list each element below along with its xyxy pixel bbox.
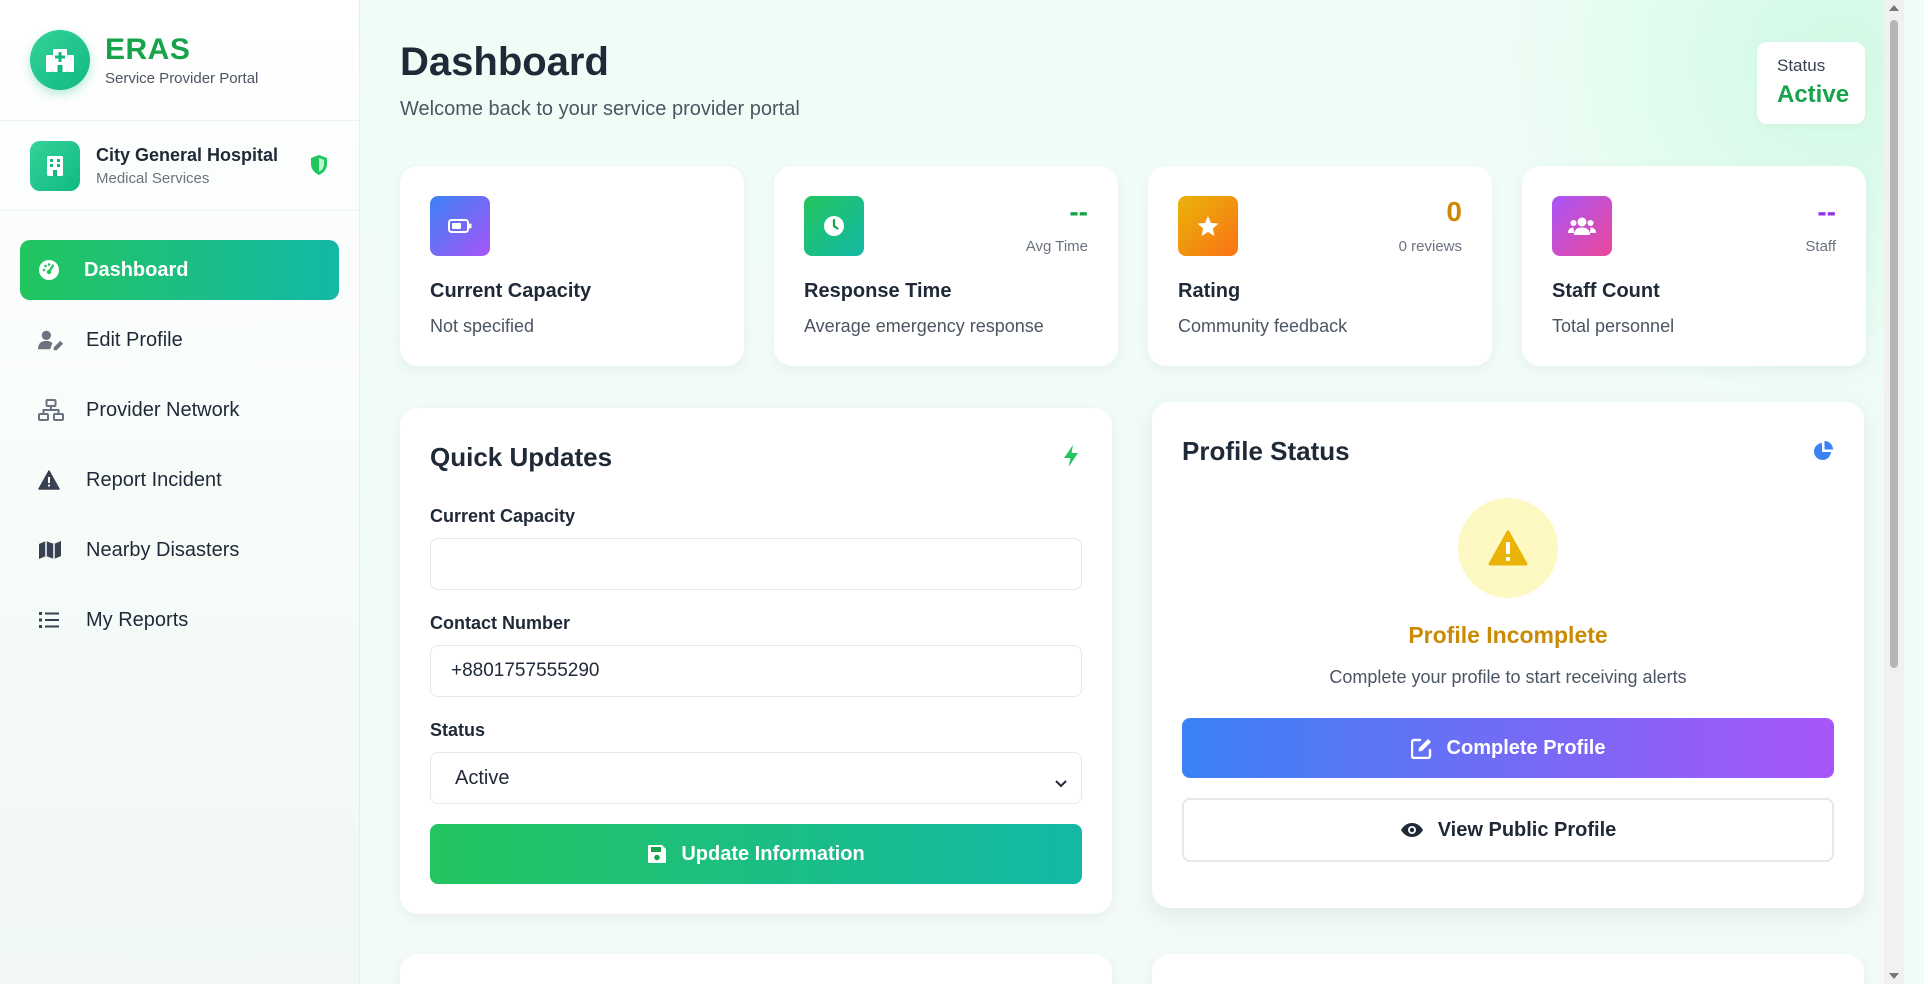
stat-card-capacity: Current Capacity Not specified xyxy=(400,166,744,366)
organization-card: City General Hospital Medical Services xyxy=(0,121,359,211)
sidebar-item-label: Nearby Disasters xyxy=(86,538,240,561)
panel-title: Quick Updates xyxy=(430,442,613,472)
brand-title: ERAS xyxy=(105,33,191,66)
view-public-profile-button[interactable]: View Public Profile xyxy=(1182,798,1834,862)
status-badge: Status Active xyxy=(1757,42,1865,124)
verified-shield-icon xyxy=(309,154,329,181)
stat-value: 0 xyxy=(1446,196,1462,227)
list-icon xyxy=(38,611,64,629)
network-icon xyxy=(38,399,64,421)
stat-unit: Avg Time xyxy=(1025,238,1088,255)
profile-status-panel: Profile Status Profile Incomplete Comple… xyxy=(1152,402,1864,908)
sidebar: ERAS Service Provider Portal City Genera… xyxy=(0,0,360,984)
sidebar-item-label: My Reports xyxy=(86,608,189,631)
page-subtitle: Welcome back to your service provider po… xyxy=(400,98,800,120)
organization-name: City General Hospital xyxy=(96,144,279,165)
stat-title: Staff Count xyxy=(1552,280,1660,302)
current-capacity-label: Current Capacity xyxy=(430,506,576,526)
clock-icon xyxy=(804,196,864,256)
update-information-label: Update Information xyxy=(681,842,865,865)
contact-number-label: Contact Number xyxy=(430,613,571,633)
sidebar-item-report-incident[interactable]: Report Incident xyxy=(20,450,339,510)
panel-title: Profile Status xyxy=(1182,436,1350,466)
status-select-value: Active xyxy=(455,766,510,789)
sidebar-item-label: Edit Profile xyxy=(86,328,183,351)
stat-description: Average emergency response xyxy=(804,316,1044,336)
quick-updates-panel: Quick Updates Current Capacity Contact N… xyxy=(400,408,1112,914)
gauge-icon xyxy=(38,259,64,281)
sidebar-item-label: Provider Network xyxy=(86,398,240,421)
stat-title: Rating xyxy=(1178,280,1241,302)
hospital-logo-icon xyxy=(30,30,90,90)
eye-icon xyxy=(1400,822,1424,838)
page-title: Dashboard xyxy=(400,40,609,84)
sidebar-item-dashboard[interactable]: Dashboard xyxy=(20,240,339,300)
stat-value: -- xyxy=(1069,196,1088,227)
map-icon xyxy=(38,540,64,560)
vertical-scrollbar[interactable] xyxy=(1884,0,1904,984)
sidebar-item-provider-network[interactable]: Provider Network xyxy=(20,380,339,440)
stat-title: Current Capacity xyxy=(430,280,592,302)
chevron-down-icon xyxy=(1055,771,1067,794)
sidebar-nav: Dashboard Edit Profile Provider Network … xyxy=(0,240,359,650)
users-icon xyxy=(1552,196,1612,256)
brand-subtitle: Service Provider Portal xyxy=(105,70,259,87)
status-label: Status xyxy=(1777,56,1826,75)
organization-type: Medical Services xyxy=(96,169,210,187)
sidebar-item-label: Dashboard xyxy=(84,258,189,281)
status-select-label: Status xyxy=(430,720,486,740)
sidebar-item-my-reports[interactable]: My Reports xyxy=(20,590,339,650)
stat-description: Not specified xyxy=(430,316,535,336)
pie-chart-icon xyxy=(1812,440,1834,467)
scrollbar-thumb[interactable] xyxy=(1890,20,1898,668)
stat-description: Total personnel xyxy=(1552,316,1675,336)
stat-description: Community feedback xyxy=(1178,316,1348,336)
warning-icon xyxy=(38,470,64,490)
stat-card-rating: 0 0 reviews Rating Community feedback xyxy=(1148,166,1492,366)
status-select[interactable]: Active xyxy=(430,752,1082,804)
brand: ERAS Service Provider Portal xyxy=(0,0,359,121)
stat-card-response-time: -- Avg Time Response Time Average emerge… xyxy=(774,166,1118,366)
complete-profile-label: Complete Profile xyxy=(1446,736,1606,759)
building-icon xyxy=(30,140,80,191)
scroll-down-icon[interactable] xyxy=(1889,973,1899,979)
lower-panel-left xyxy=(400,954,1112,984)
sidebar-item-label: Report Incident xyxy=(86,468,222,491)
update-information-button[interactable]: Update Information xyxy=(430,824,1082,884)
user-edit-icon xyxy=(38,329,64,351)
profile-state-message: Complete your profile to start receiving… xyxy=(1329,667,1687,687)
sidebar-item-edit-profile[interactable]: Edit Profile xyxy=(20,310,339,370)
contact-number-input[interactable] xyxy=(430,645,1082,697)
battery-icon xyxy=(430,196,490,256)
stat-unit: 0 reviews xyxy=(1398,238,1462,255)
lower-panel-right xyxy=(1152,954,1864,984)
stat-value: -- xyxy=(1817,196,1836,227)
save-icon xyxy=(647,844,667,864)
star-icon xyxy=(1178,196,1238,256)
complete-profile-button[interactable]: Complete Profile xyxy=(1182,718,1834,778)
edit-icon xyxy=(1410,737,1433,759)
status-value: Active xyxy=(1777,81,1850,108)
warning-icon xyxy=(1458,498,1558,598)
current-capacity-input[interactable] xyxy=(430,538,1082,590)
scroll-up-icon[interactable] xyxy=(1889,5,1899,11)
stat-card-staff-count: -- Staff Staff Count Total personnel xyxy=(1522,166,1866,366)
view-public-profile-label: View Public Profile xyxy=(1437,818,1617,841)
stat-unit: Staff xyxy=(1805,238,1836,255)
stat-title: Response Time xyxy=(804,280,952,302)
sidebar-item-nearby-disasters[interactable]: Nearby Disasters xyxy=(20,520,339,580)
profile-state: Profile Incomplete xyxy=(1408,622,1608,648)
main-content: Dashboard Welcome back to your service p… xyxy=(360,0,1904,984)
lightning-icon xyxy=(1062,444,1080,473)
